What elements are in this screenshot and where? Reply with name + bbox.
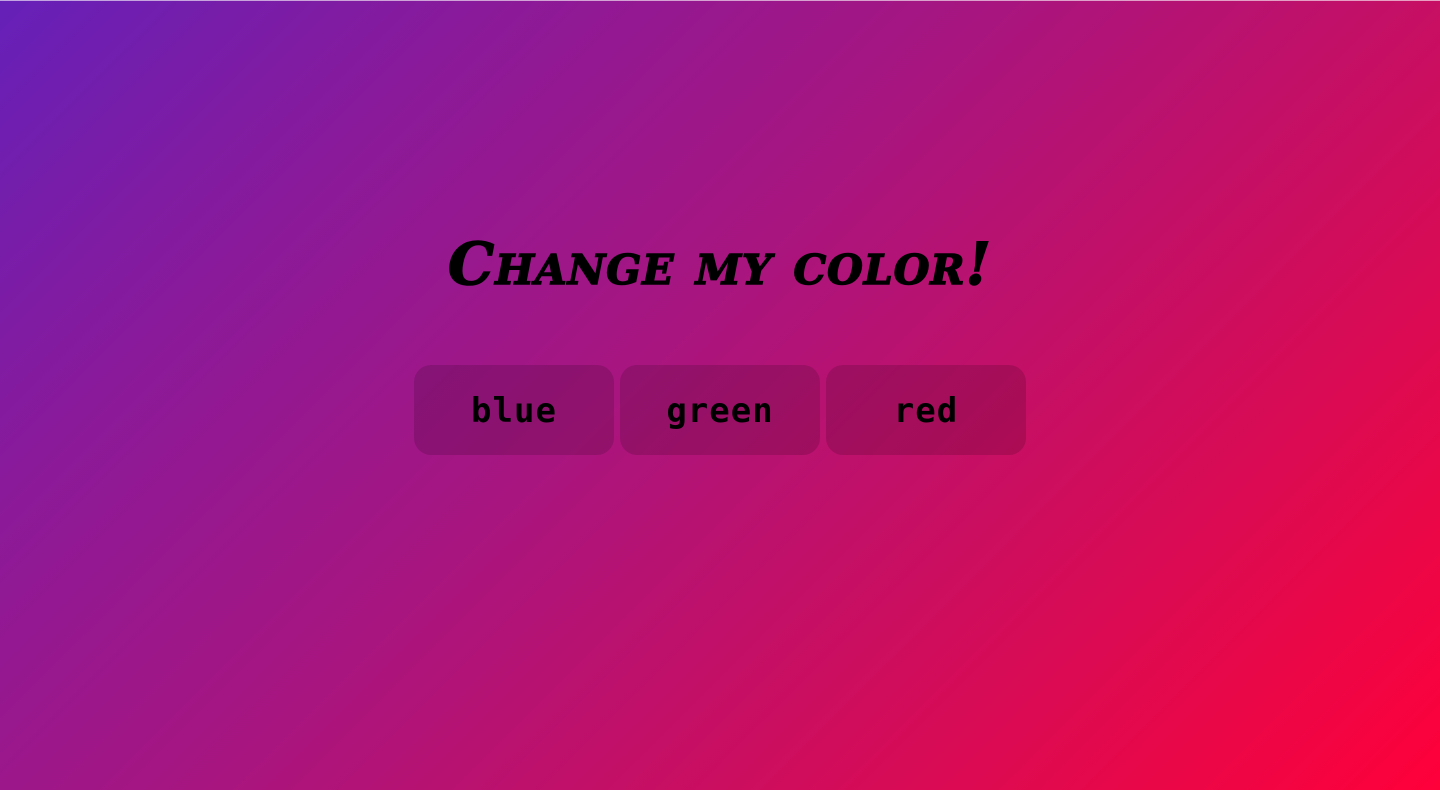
color-button-group: blue green red <box>414 365 1026 455</box>
blue-button[interactable]: blue <box>414 365 614 455</box>
page-title: Change my color! <box>447 229 992 299</box>
top-border-line <box>0 0 1440 1</box>
red-button[interactable]: red <box>826 365 1026 455</box>
green-button[interactable]: green <box>620 365 820 455</box>
